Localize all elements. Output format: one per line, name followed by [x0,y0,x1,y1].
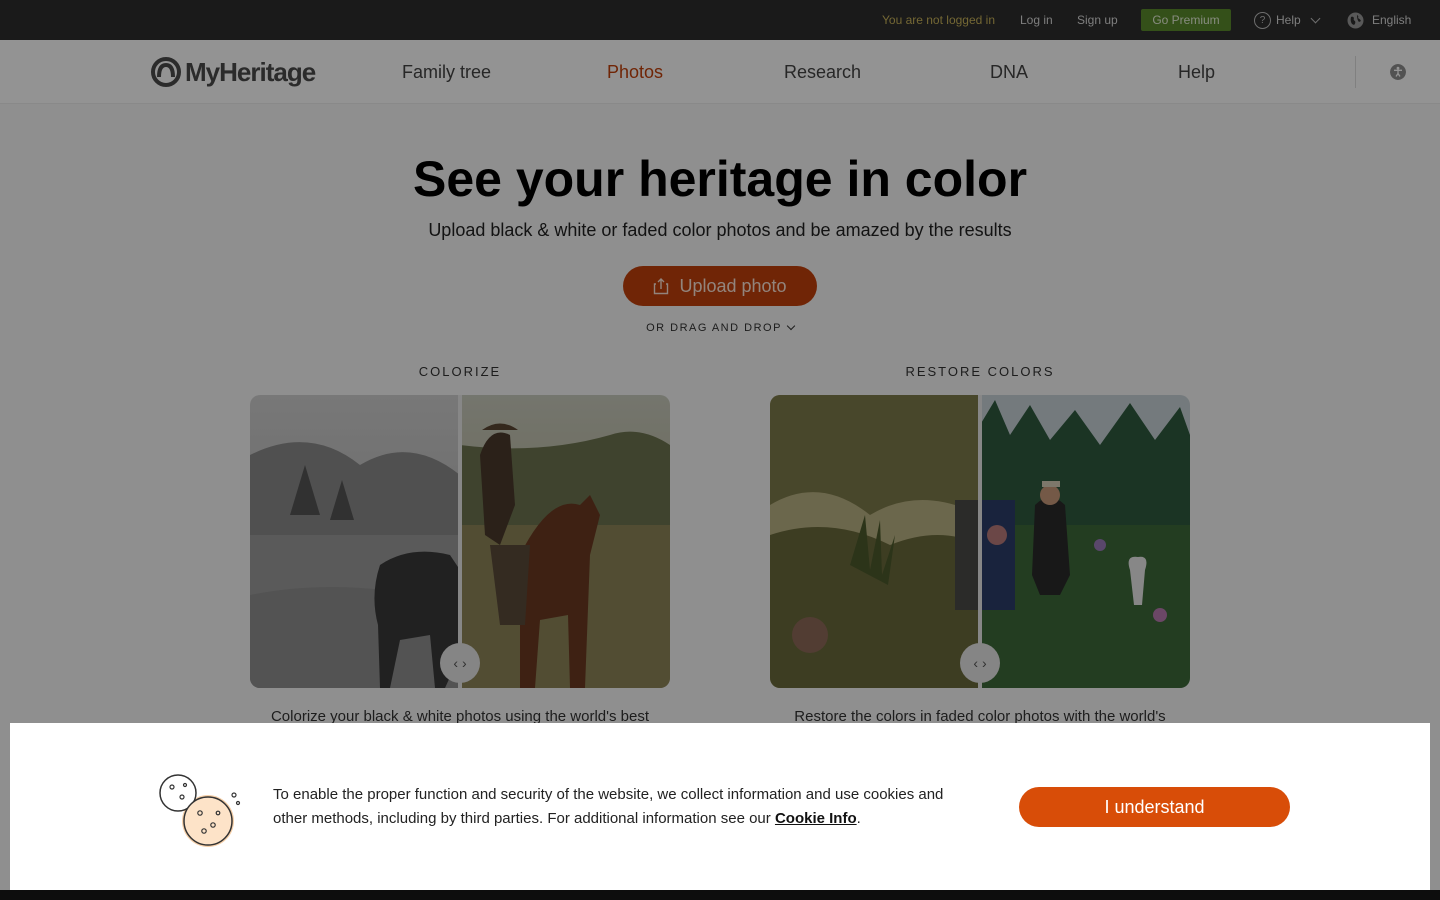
cookie-message: To enable the proper function and securi… [273,786,944,827]
cookie-icon [159,774,241,847]
page-bottom-edge [0,890,1440,900]
cookie-info-link[interactable]: Cookie Info [775,810,857,827]
cookie-banner: To enable the proper function and securi… [10,723,1430,890]
i-understand-button[interactable]: I understand [1019,787,1290,827]
